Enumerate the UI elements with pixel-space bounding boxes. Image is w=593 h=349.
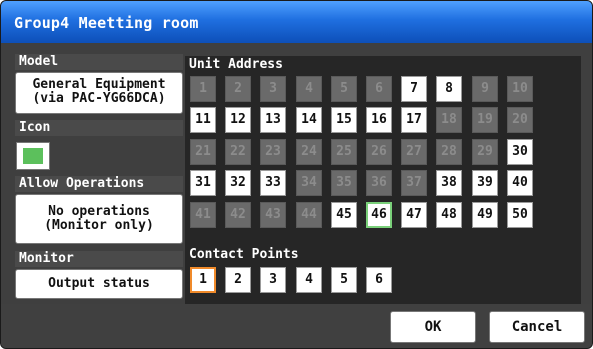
unit-address-cell-15[interactable]: 15 [331,107,357,133]
unit-address-cell-48[interactable]: 48 [436,202,462,228]
unit-address-cell-7[interactable]: 7 [401,76,427,102]
unit-address-cell-45[interactable]: 45 [331,202,357,228]
unit-address-cell-3[interactable]: 3 [260,76,286,102]
allow-operations-label: Allow Operations [15,176,183,192]
meeting-room-dialog: Group4 Meetting room Model General Equip… [0,0,593,349]
unit-address-cell-22[interactable]: 22 [225,139,251,165]
unit-address-cell-29[interactable]: 29 [472,139,498,165]
model-label: Model [15,54,183,70]
allow-operations-line-1: No operations [48,204,150,219]
unit-address-cell-44[interactable]: 44 [296,202,322,228]
unit-address-cell-41[interactable]: 41 [190,202,216,228]
contact-point-cell-3[interactable]: 3 [260,267,286,293]
unit-address-cell-33[interactable]: 33 [260,170,286,196]
allow-operations-line-2: (Monitor only) [44,218,154,233]
unit-address-cell-30[interactable]: 30 [507,139,533,165]
unit-address-cell-10[interactable]: 10 [507,76,533,102]
unit-address-cell-11[interactable]: 11 [190,107,216,133]
output-status-button[interactable]: Output status [15,269,183,299]
monitor-label: Monitor [15,251,183,267]
unit-address-cell-26[interactable]: 26 [366,139,392,165]
icon-label: Icon [15,120,183,136]
contact-point-cell-1[interactable]: 1 [190,267,216,293]
contact-point-cell-2[interactable]: 2 [225,267,251,293]
allow-operations-button[interactable]: No operations (Monitor only) [15,194,183,244]
unit-address-cell-23[interactable]: 23 [260,139,286,165]
unit-address-cell-34[interactable]: 34 [296,170,322,196]
unit-address-cell-35[interactable]: 35 [331,170,357,196]
contact-point-cell-5[interactable]: 5 [331,267,357,293]
unit-address-cell-18[interactable]: 18 [436,107,462,133]
unit-address-cell-38[interactable]: 38 [436,170,462,196]
unit-address-cell-8[interactable]: 8 [436,76,462,102]
unit-address-cell-37[interactable]: 37 [401,170,427,196]
unit-address-cell-12[interactable]: 12 [225,107,251,133]
unit-address-cell-40[interactable]: 40 [507,170,533,196]
unit-address-cell-9[interactable]: 9 [472,76,498,102]
icon-selector[interactable] [16,142,50,170]
model-button[interactable]: General Equipment (via PAC-YG66DCA) [15,72,183,114]
unit-address-label: Unit Address [189,57,283,72]
unit-address-cell-49[interactable]: 49 [472,202,498,228]
unit-address-cell-5[interactable]: 5 [331,76,357,102]
contact-point-cell-6[interactable]: 6 [366,267,392,293]
model-button-line-1: General Equipment [32,77,166,92]
unit-address-cell-16[interactable]: 16 [366,107,392,133]
unit-address-cell-2[interactable]: 2 [225,76,251,102]
contact-point-cell-4[interactable]: 4 [296,267,322,293]
contact-points-label: Contact Points [189,247,299,262]
unit-address-cell-43[interactable]: 43 [260,202,286,228]
ok-button[interactable]: OK [390,311,476,343]
dialog-title: Group4 Meetting room [1,1,592,43]
unit-address-cell-25[interactable]: 25 [331,139,357,165]
unit-address-cell-50[interactable]: 50 [507,202,533,228]
unit-address-cell-4[interactable]: 4 [296,76,322,102]
unit-address-cell-24[interactable]: 24 [296,139,322,165]
unit-address-cell-42[interactable]: 42 [225,202,251,228]
unit-address-cell-17[interactable]: 17 [401,107,427,133]
unit-address-cell-13[interactable]: 13 [260,107,286,133]
unit-address-cell-36[interactable]: 36 [366,170,392,196]
unit-address-cell-31[interactable]: 31 [190,170,216,196]
unit-address-cell-39[interactable]: 39 [472,170,498,196]
unit-address-cell-20[interactable]: 20 [507,107,533,133]
unit-address-cell-28[interactable]: 28 [436,139,462,165]
unit-address-cell-47[interactable]: 47 [401,202,427,228]
unit-address-cell-21[interactable]: 21 [190,139,216,165]
model-button-line-2: (via PAC-YG66DCA) [32,91,166,106]
unit-address-cell-1[interactable]: 1 [190,76,216,102]
unit-address-cell-32[interactable]: 32 [225,170,251,196]
cancel-button[interactable]: Cancel [489,311,585,343]
unit-address-cell-46[interactable]: 46 [366,202,392,228]
unit-address-cell-14[interactable]: 14 [296,107,322,133]
unit-address-cell-6[interactable]: 6 [366,76,392,102]
unit-address-cell-27[interactable]: 27 [401,139,427,165]
green-square-icon [23,148,43,164]
unit-address-cell-19[interactable]: 19 [472,107,498,133]
